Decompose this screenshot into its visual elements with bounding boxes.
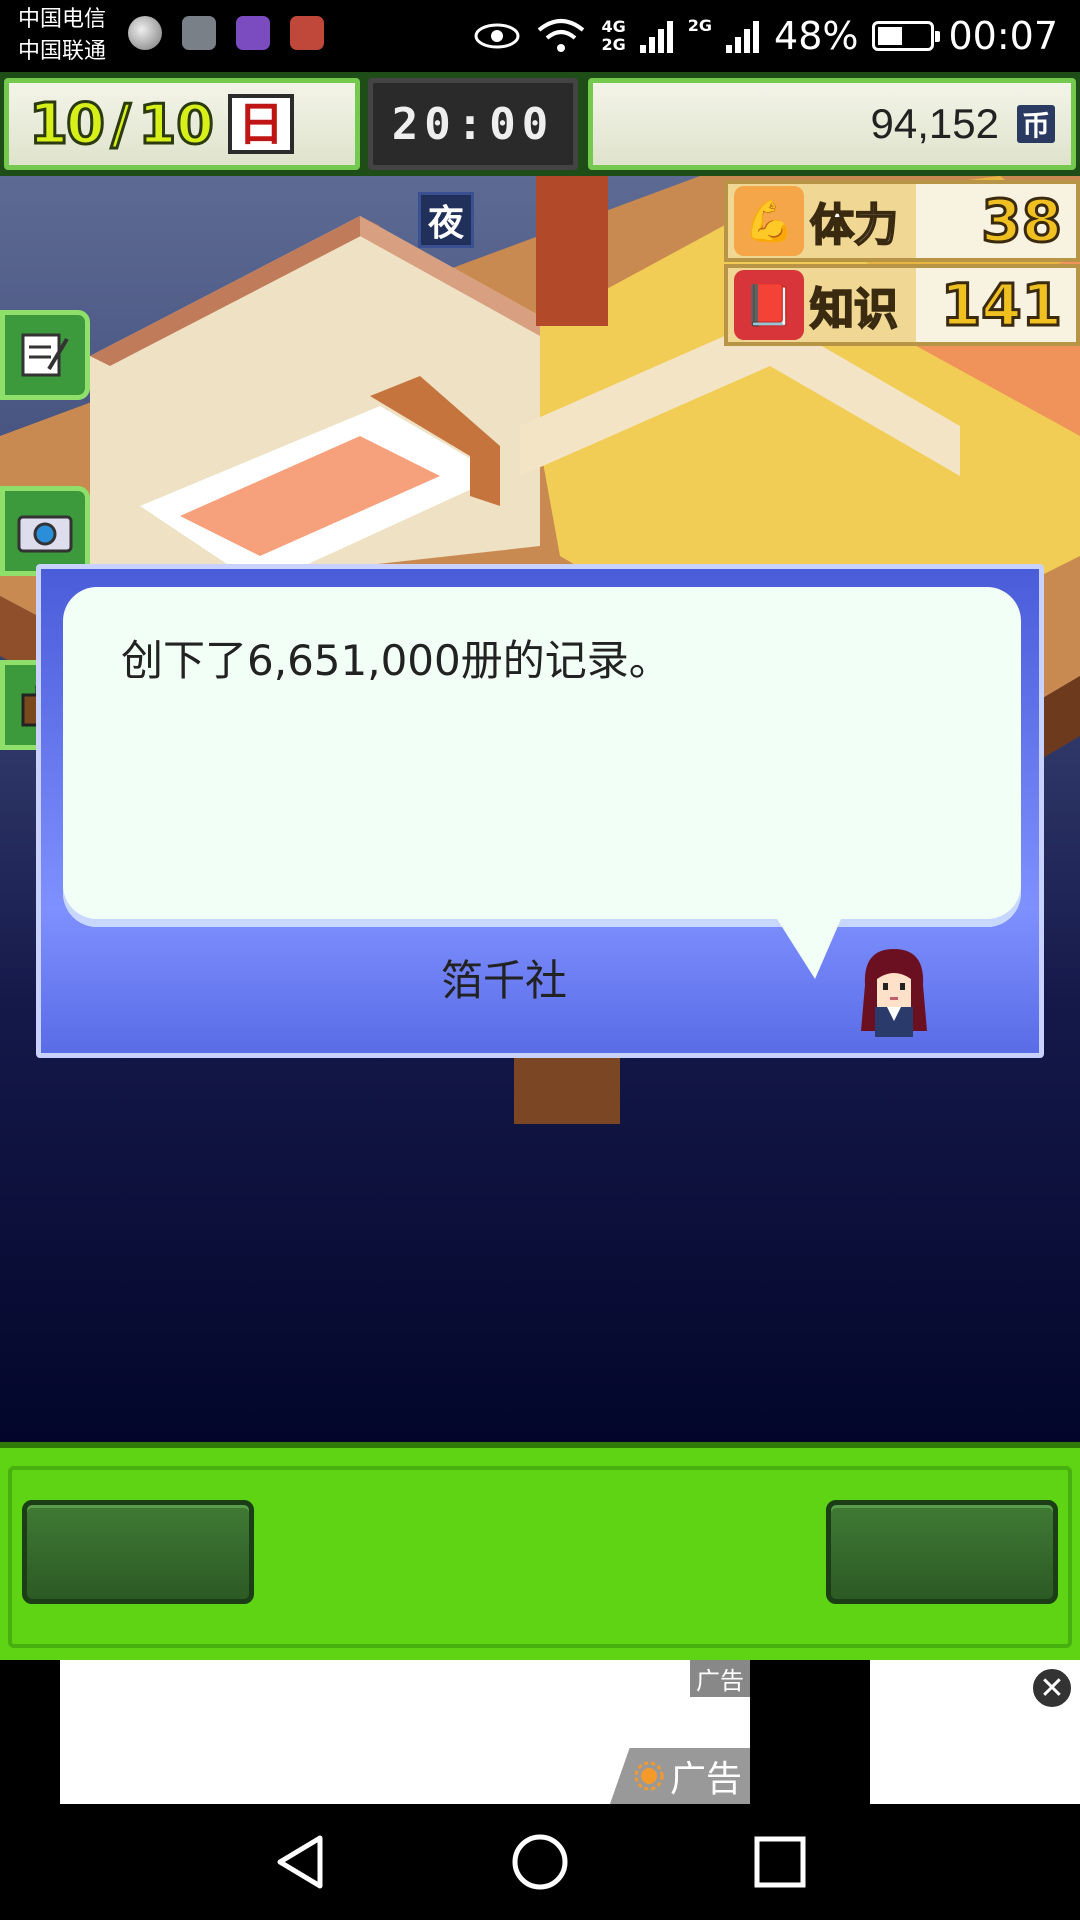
- character-portrait: [861, 949, 927, 1037]
- close-icon: ✕: [1039, 1670, 1065, 1706]
- stat-value: 38: [916, 184, 1076, 258]
- system-navigation-bar: [0, 1804, 1080, 1920]
- bottom-menu-panel: [0, 1442, 1080, 1660]
- dialog-message: 创下了6,651,000册的记录。: [121, 636, 671, 685]
- stat-knowledge: 📕 知识 141: [724, 264, 1080, 346]
- stats-panel: 💪 体力 38 📕 知识 141: [724, 180, 1080, 348]
- cabinet: [514, 1056, 620, 1124]
- back-icon[interactable]: [272, 1832, 332, 1892]
- stat-stamina: 💪 体力 38: [724, 180, 1080, 262]
- recents-icon[interactable]: [750, 1832, 810, 1892]
- left-menu-button[interactable]: [22, 1500, 254, 1604]
- day-value: 10: [137, 91, 215, 157]
- right-menu-button[interactable]: [826, 1500, 1058, 1604]
- muscle-icon: 💪: [734, 186, 804, 256]
- currency-icon: 币: [1017, 105, 1055, 143]
- date-display[interactable]: 10 / 10 日: [4, 78, 360, 170]
- battery-percent: 48%: [774, 14, 859, 58]
- door: [536, 176, 608, 326]
- ad-content-right[interactable]: ✕: [870, 1660, 1080, 1804]
- network-label-4g: 4G: [601, 17, 626, 36]
- wifi-icon: [538, 19, 585, 52]
- month-value: 10: [28, 90, 107, 158]
- ad-close-button[interactable]: ✕: [1030, 1666, 1074, 1710]
- memo-button[interactable]: [0, 310, 90, 400]
- night-indicator: 夜: [418, 192, 474, 248]
- eye-comfort-icon: [474, 23, 520, 49]
- money-amount: 94,152: [870, 100, 999, 147]
- gallery-icon: [182, 16, 216, 50]
- ad-label-bottom: 广告: [609, 1748, 750, 1804]
- signal-icon: [639, 21, 673, 53]
- time-display: 20:00: [368, 78, 578, 170]
- top-hud: 10 / 10 日 20:00 94,152 币: [0, 72, 1080, 176]
- camera-icon: [17, 515, 73, 553]
- game-clock: 20:00: [391, 98, 555, 150]
- ad-label-bottom-text: 广告: [669, 1759, 742, 1800]
- stat-value: 141: [916, 268, 1076, 342]
- book-icon: 📕: [734, 270, 804, 340]
- network-label-2g: 2G: [601, 35, 626, 54]
- carrier-2: 中国联通: [18, 39, 107, 64]
- app-icon: [290, 16, 324, 50]
- battery-level: [878, 27, 903, 45]
- clock: 00:07: [948, 14, 1058, 58]
- camera-button[interactable]: [0, 486, 90, 576]
- home-icon[interactable]: [510, 1832, 570, 1892]
- ad-content[interactable]: 广告 广告: [60, 1660, 750, 1804]
- stat-label: 知识: [809, 283, 899, 336]
- signal-icon-2: [726, 21, 760, 53]
- memo-icon: [21, 333, 69, 377]
- ad-sun-icon: [634, 1761, 664, 1791]
- battery-icon: [872, 21, 941, 51]
- ad-banner: 广告 广告 ✕: [0, 1660, 1080, 1804]
- money-display: 94,152 币: [588, 78, 1076, 170]
- speech-bubble: 创下了6,651,000册的记录。: [63, 587, 1021, 979]
- date-slash: /: [109, 91, 132, 157]
- keyboard-icon: [236, 16, 270, 50]
- stat-label: 体力: [809, 199, 899, 252]
- ad-label-top: 广告: [690, 1660, 750, 1697]
- carrier-1: 中国电信: [18, 7, 107, 32]
- status-bar: 中国电信 中国联通 4G 2G 2G 48% 00:07: [0, 0, 1080, 72]
- message-dialog[interactable]: 创下了6,651,000册的记录。 箔千社: [36, 564, 1044, 1058]
- weekday-badge: 日: [227, 94, 294, 154]
- app-notification-icon: [128, 16, 162, 50]
- network-type-labels: 4G 2G: [601, 18, 625, 54]
- network-label-2g-second: 2G: [687, 16, 713, 35]
